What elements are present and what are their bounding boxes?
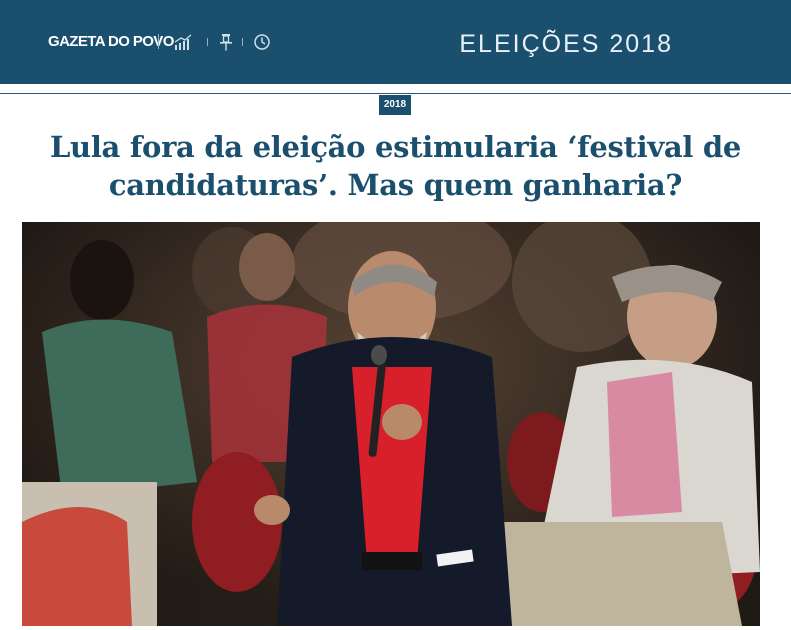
- site-logo[interactable]: GAZETA DO POVO: [48, 33, 174, 51]
- year-badge[interactable]: 2018: [379, 95, 411, 115]
- chart-icon[interactable]: [173, 32, 193, 52]
- site-header: GAZETA DO POVO ELEIÇÕES 2018: [0, 0, 791, 84]
- clock-icon[interactable]: [252, 32, 272, 52]
- header-divider: [242, 38, 243, 46]
- header-rule: [0, 84, 791, 94]
- header-divider: [158, 34, 159, 49]
- article-photo: [22, 222, 760, 626]
- header-divider: [207, 38, 208, 46]
- pin-icon[interactable]: [216, 32, 236, 52]
- section-title[interactable]: ELEIÇÕES 2018: [459, 29, 673, 59]
- article-headline: Lula fora da eleição estimularia ‘festiv…: [49, 130, 742, 202]
